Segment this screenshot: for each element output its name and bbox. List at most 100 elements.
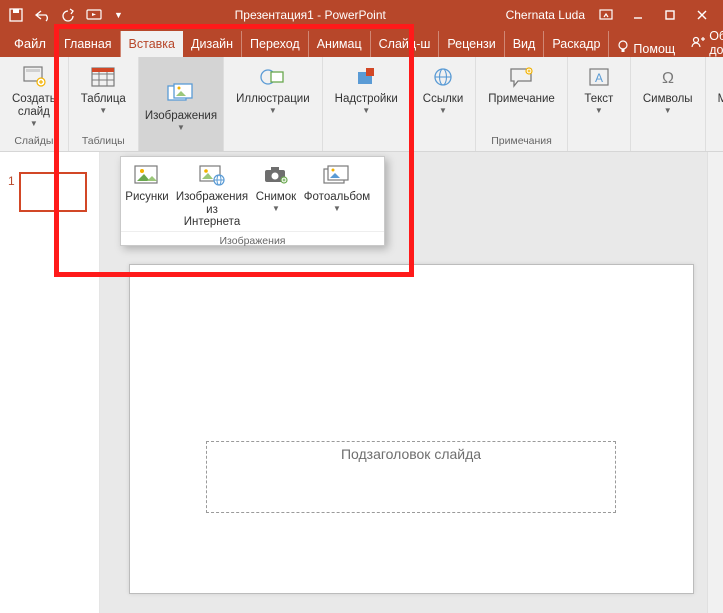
- images-label: Изображения: [145, 110, 217, 123]
- photoalbum-label: Фотоальбом: [304, 191, 370, 204]
- tab-design[interactable]: Дизайн: [183, 31, 242, 57]
- comment-icon: [506, 63, 538, 91]
- tab-review[interactable]: Рецензи: [439, 31, 504, 57]
- new-slide-button[interactable]: Создать слайд ▼: [6, 61, 62, 130]
- tab-transitions[interactable]: Переход: [242, 31, 309, 57]
- screenshot-button[interactable]: Снимок ▼: [251, 157, 301, 231]
- share-icon: [691, 35, 705, 52]
- illustrations-button[interactable]: Иллюстрации ▼: [230, 61, 316, 117]
- photoalbum-icon: [320, 161, 354, 189]
- screenshot-label: Снимок: [256, 191, 296, 204]
- group-addins: Надстройки ▼: [323, 57, 411, 151]
- thumbnail-item[interactable]: 1: [0, 172, 99, 212]
- camera-icon: [259, 161, 293, 189]
- images-dropdown: Рисунки Изображения из Интернета Снимок …: [120, 156, 385, 246]
- tab-animations[interactable]: Анимац: [309, 31, 371, 57]
- maximize-icon[interactable]: [657, 0, 683, 29]
- tab-storyboard[interactable]: Раскадр: [544, 31, 609, 57]
- comment-button[interactable]: Примечание: [482, 61, 561, 108]
- link-icon: [427, 63, 459, 91]
- redo-icon[interactable]: [62, 8, 76, 22]
- tab-insert[interactable]: Вставка: [121, 31, 183, 57]
- new-slide-icon: [18, 63, 50, 91]
- media-button[interactable]: Мультимедиа ▼: [712, 61, 723, 117]
- user-name[interactable]: Chernata Luda: [498, 8, 593, 22]
- tell-me[interactable]: Помощ: [609, 40, 683, 57]
- shapes-icon: [257, 63, 289, 91]
- text-button[interactable]: A Текст ▼: [574, 61, 624, 117]
- illustrations-label: Иллюстрации: [236, 93, 310, 106]
- tab-slideshow[interactable]: Слайд-ш: [371, 31, 440, 57]
- popup-group-label: Изображения: [121, 231, 384, 250]
- media-label: Мультимедиа: [718, 93, 723, 106]
- text-label: Текст: [584, 93, 613, 106]
- picture-icon: [130, 161, 164, 189]
- chevron-down-icon: ▼: [439, 107, 447, 115]
- chevron-down-icon: ▼: [333, 205, 341, 213]
- share-button[interactable]: Общий доступ: [683, 29, 723, 57]
- group-links: Ссылки ▼: [411, 57, 477, 151]
- group-tables-label: Таблицы: [82, 135, 125, 149]
- tell-me-label: Помощ: [633, 42, 675, 56]
- qat-more-icon[interactable]: ▼: [114, 10, 123, 20]
- slide-number: 1: [8, 174, 15, 188]
- addins-label: Надстройки: [335, 93, 398, 106]
- chevron-down-icon: ▼: [272, 205, 280, 213]
- subtitle-placeholder[interactable]: Подзаголовок слайда: [206, 441, 616, 513]
- chevron-down-icon: ▼: [177, 124, 185, 132]
- group-images: Изображения ▼: [139, 57, 224, 151]
- chevron-down-icon: ▼: [269, 107, 277, 115]
- slide-canvas[interactable]: Подзаголовок слайда: [129, 264, 694, 594]
- tab-file[interactable]: Файл: [4, 30, 56, 57]
- ribbon: Создать слайд ▼ Слайды Таблица ▼ Таблицы…: [0, 57, 723, 152]
- symbols-label: Символы: [643, 93, 693, 106]
- online-picture-icon: [195, 161, 229, 189]
- window-controls: [593, 0, 723, 29]
- addins-icon: [350, 63, 382, 91]
- group-slides: Создать слайд ▼ Слайды: [0, 57, 69, 151]
- minimize-icon[interactable]: [625, 0, 651, 29]
- symbols-button[interactable]: Ω Символы ▼: [637, 61, 699, 117]
- group-text: A Текст ▼: [568, 57, 631, 151]
- tab-view[interactable]: Вид: [505, 31, 545, 57]
- share-label: Общий доступ: [709, 29, 723, 57]
- table-button[interactable]: Таблица ▼: [75, 61, 132, 117]
- pictures-label: Рисунки: [125, 191, 168, 204]
- symbol-icon: Ω: [652, 63, 684, 91]
- qat: ▼: [0, 7, 123, 23]
- svg-text:A: A: [595, 71, 603, 85]
- save-icon[interactable]: [8, 7, 24, 23]
- ribbon-tabs: Файл Главная Вставка Дизайн Переход Аним…: [0, 29, 723, 57]
- svg-text:Ω: Ω: [662, 70, 674, 87]
- new-slide-label: Создать слайд: [12, 93, 56, 119]
- chevron-down-icon: ▼: [362, 107, 370, 115]
- title-bar: ▼ Презентация1 - PowerPoint Chernata Lud…: [0, 0, 723, 29]
- table-label: Таблица: [81, 93, 126, 106]
- group-media: Мультимедиа ▼: [706, 57, 723, 151]
- online-pictures-label-2: из Интернета: [179, 204, 245, 229]
- chevron-down-icon: ▼: [664, 107, 672, 115]
- vertical-scrollbar[interactable]: [707, 152, 723, 613]
- online-pictures-button[interactable]: Изображения из Интернета: [173, 157, 251, 231]
- tab-home[interactable]: Главная: [56, 31, 121, 57]
- pictures-button[interactable]: Рисунки: [121, 157, 173, 231]
- thumbnail-pane[interactable]: 1: [0, 152, 100, 613]
- group-symbols: Ω Символы ▼: [631, 57, 706, 151]
- images-button[interactable]: Изображения ▼: [139, 57, 223, 151]
- undo-icon[interactable]: [34, 8, 52, 22]
- textbox-icon: A: [583, 63, 615, 91]
- group-illustrations: Иллюстрации ▼: [224, 57, 323, 151]
- photoalbum-button[interactable]: Фотоальбом ▼: [301, 157, 373, 231]
- group-comments-label: Примечания: [491, 135, 552, 149]
- document-title: Презентация1 - PowerPoint: [123, 8, 498, 22]
- slide-thumbnail[interactable]: [19, 172, 87, 212]
- chevron-down-icon: ▼: [99, 107, 107, 115]
- group-tables: Таблица ▼ Таблицы: [69, 57, 139, 151]
- start-from-beginning-icon[interactable]: [86, 8, 104, 22]
- addins-button[interactable]: Надстройки ▼: [329, 61, 404, 117]
- close-icon[interactable]: [689, 0, 715, 29]
- links-button[interactable]: Ссылки ▼: [417, 61, 470, 117]
- ribbon-display-options-icon[interactable]: [593, 0, 619, 29]
- chevron-down-icon: ▼: [595, 107, 603, 115]
- comment-label: Примечание: [488, 93, 555, 106]
